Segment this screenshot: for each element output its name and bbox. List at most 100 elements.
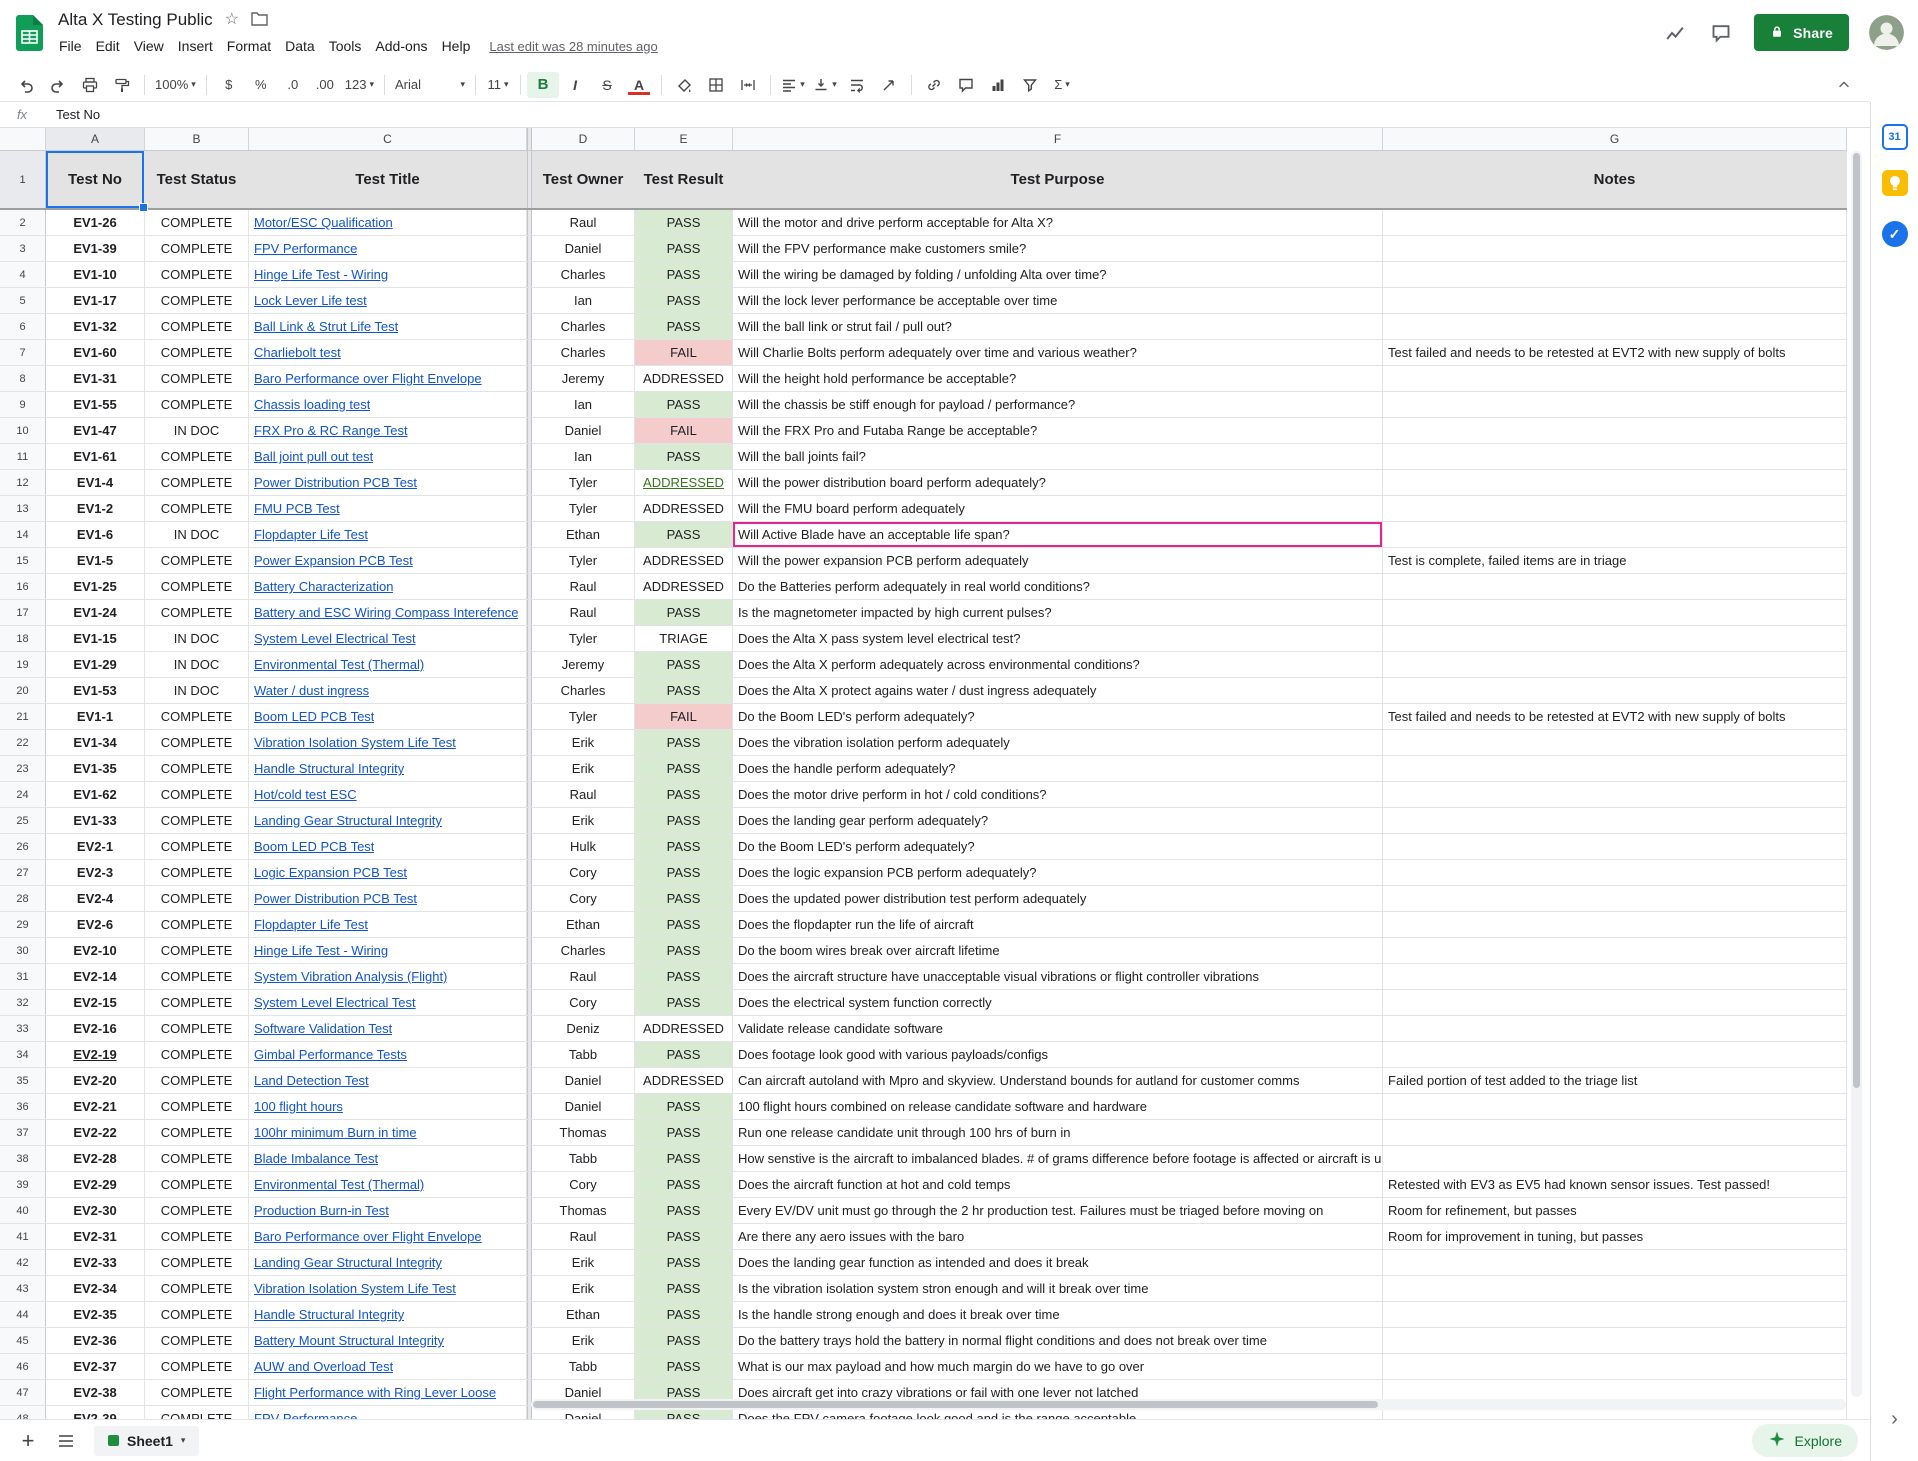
- cell-E25-test-result[interactable]: PASS: [635, 808, 733, 833]
- cell-E42-test-result[interactable]: PASS: [635, 1250, 733, 1275]
- test-title-link[interactable]: Water / dust ingress: [254, 683, 369, 698]
- row-header-23[interactable]: 23: [0, 756, 46, 781]
- cell-E29-test-result[interactable]: PASS: [635, 912, 733, 937]
- vertical-align-button[interactable]: ▾: [809, 72, 841, 98]
- cell-D39-test-owner[interactable]: Cory: [532, 1172, 635, 1197]
- cell-D1-test-owner-header[interactable]: Test Owner: [532, 151, 635, 208]
- cell-G44-notes[interactable]: [1383, 1302, 1847, 1327]
- cell-C14-test-title[interactable]: Flopdapter Life Test: [249, 522, 527, 547]
- cell-A23-test-no[interactable]: EV1-35: [46, 756, 145, 781]
- cell-B38-test-status[interactable]: COMPLETE: [145, 1146, 249, 1171]
- cell-A1-test-no-header[interactable]: Test No: [46, 151, 145, 208]
- cell-A46-test-no[interactable]: EV2-37: [46, 1354, 145, 1379]
- cell-E5-test-result[interactable]: PASS: [635, 288, 733, 313]
- cell-A4-test-no[interactable]: EV1-10: [46, 262, 145, 287]
- cell-A43-test-no[interactable]: EV2-34: [46, 1276, 145, 1301]
- cell-F46-test-purpose[interactable]: What is our max payload and how much mar…: [733, 1354, 1383, 1379]
- cell-B27-test-status[interactable]: COMPLETE: [145, 860, 249, 885]
- cell-F30-test-purpose[interactable]: Do the boom wires break over aircraft li…: [733, 938, 1383, 963]
- cell-A47-test-no[interactable]: EV2-38: [46, 1380, 145, 1405]
- activity-chart-icon[interactable]: [1662, 20, 1688, 46]
- cell-A32-test-no[interactable]: EV2-15: [46, 990, 145, 1015]
- cell-B36-test-status[interactable]: COMPLETE: [145, 1094, 249, 1119]
- row-header-19[interactable]: 19: [0, 652, 46, 677]
- row-header-39[interactable]: 39: [0, 1172, 46, 1197]
- cell-A13-test-no[interactable]: EV1-2: [46, 496, 145, 521]
- cell-C36-test-title[interactable]: 100 flight hours: [249, 1094, 527, 1119]
- cell-F35-test-purpose[interactable]: Can aircraft autoland with Mpro and skyv…: [733, 1068, 1383, 1093]
- cell-F24-test-purpose[interactable]: Does the motor drive perform in hot / co…: [733, 782, 1383, 807]
- cell-G33-notes[interactable]: [1383, 1016, 1847, 1041]
- test-title-link[interactable]: Flopdapter Life Test: [254, 917, 368, 932]
- cell-A34-test-no[interactable]: EV2-19: [46, 1042, 145, 1067]
- cell-B7-test-status[interactable]: COMPLETE: [145, 340, 249, 365]
- cell-C9-test-title[interactable]: Chassis loading test: [249, 392, 527, 417]
- cell-G42-notes[interactable]: [1383, 1250, 1847, 1275]
- cell-A25-test-no[interactable]: EV1-33: [46, 808, 145, 833]
- test-title-link[interactable]: Vibration Isolation System Life Test: [254, 1281, 456, 1296]
- format-percent-button[interactable]: %: [245, 72, 277, 98]
- cell-A41-test-no[interactable]: EV2-31: [46, 1224, 145, 1249]
- insert-chart-button[interactable]: [982, 72, 1014, 98]
- font-size-select[interactable]: 11▾: [482, 72, 514, 98]
- cell-C15-test-title[interactable]: Power Expansion PCB Test: [249, 548, 527, 573]
- cell-F6-test-purpose[interactable]: Will the ball link or strut fail / pull …: [733, 314, 1383, 339]
- cell-D28-test-owner[interactable]: Cory: [532, 886, 635, 911]
- row-header-3[interactable]: 3: [0, 236, 46, 261]
- cell-G36-notes[interactable]: [1383, 1094, 1847, 1119]
- cell-C29-test-title[interactable]: Flopdapter Life Test: [249, 912, 527, 937]
- row-header-29[interactable]: 29: [0, 912, 46, 937]
- row-header-26[interactable]: 26: [0, 834, 46, 859]
- cell-C42-test-title[interactable]: Landing Gear Structural Integrity: [249, 1250, 527, 1275]
- cell-E45-test-result[interactable]: PASS: [635, 1328, 733, 1353]
- row-header-32[interactable]: 32: [0, 990, 46, 1015]
- insert-comment-button[interactable]: [950, 72, 982, 98]
- cell-B37-test-status[interactable]: COMPLETE: [145, 1120, 249, 1145]
- cell-C22-test-title[interactable]: Vibration Isolation System Life Test: [249, 730, 527, 755]
- menu-insert[interactable]: Insert: [171, 34, 220, 58]
- cell-B17-test-status[interactable]: COMPLETE: [145, 600, 249, 625]
- cell-F2-test-purpose[interactable]: Will the motor and drive perform accepta…: [733, 210, 1383, 235]
- cell-E41-test-result[interactable]: PASS: [635, 1224, 733, 1249]
- cell-G19-notes[interactable]: [1383, 652, 1847, 677]
- test-title-link[interactable]: Software Validation Test: [254, 1021, 392, 1036]
- cell-G28-notes[interactable]: [1383, 886, 1847, 911]
- cell-C13-test-title[interactable]: FMU PCB Test: [249, 496, 527, 521]
- cell-G10-notes[interactable]: [1383, 418, 1847, 443]
- cell-A21-test-no[interactable]: EV1-1: [46, 704, 145, 729]
- test-title-link[interactable]: System Level Electrical Test: [254, 631, 416, 646]
- italic-button[interactable]: I: [559, 72, 591, 98]
- cell-D29-test-owner[interactable]: Ethan: [532, 912, 635, 937]
- cell-E15-test-result[interactable]: ADDRESSED: [635, 548, 733, 573]
- test-title-link[interactable]: Hot/cold test ESC: [254, 787, 357, 802]
- cell-B3-test-status[interactable]: COMPLETE: [145, 236, 249, 261]
- test-title-link[interactable]: Gimbal Performance Tests: [254, 1047, 407, 1062]
- cell-G20-notes[interactable]: [1383, 678, 1847, 703]
- cell-F8-test-purpose[interactable]: Will the height hold performance be acce…: [733, 366, 1383, 391]
- cell-B12-test-status[interactable]: COMPLETE: [145, 470, 249, 495]
- test-title-link[interactable]: Power Expansion PCB Test: [254, 553, 413, 568]
- cell-B16-test-status[interactable]: COMPLETE: [145, 574, 249, 599]
- font-select[interactable]: Arial▾: [391, 72, 469, 98]
- cell-D21-test-owner[interactable]: Tyler: [532, 704, 635, 729]
- cell-C39-test-title[interactable]: Environmental Test (Thermal): [249, 1172, 527, 1197]
- cell-G37-notes[interactable]: [1383, 1120, 1847, 1145]
- cell-F20-test-purpose[interactable]: Does the Alta X protect agains water / d…: [733, 678, 1383, 703]
- increase-decimals-button[interactable]: .00: [309, 72, 341, 98]
- cell-B35-test-status[interactable]: COMPLETE: [145, 1068, 249, 1093]
- column-header-a[interactable]: A: [46, 128, 145, 150]
- cell-B31-test-status[interactable]: COMPLETE: [145, 964, 249, 989]
- cell-C27-test-title[interactable]: Logic Expansion PCB Test: [249, 860, 527, 885]
- cell-C35-test-title[interactable]: Land Detection Test: [249, 1068, 527, 1093]
- cell-D34-test-owner[interactable]: Tabb: [532, 1042, 635, 1067]
- test-title-link[interactable]: Handle Structural Integrity: [254, 1307, 404, 1322]
- test-title-link[interactable]: Lock Lever Life test: [254, 293, 367, 308]
- cell-B20-test-status[interactable]: IN DOC: [145, 678, 249, 703]
- cell-F17-test-purpose[interactable]: Is the magnetometer impacted by high cur…: [733, 600, 1383, 625]
- cell-E31-test-result[interactable]: PASS: [635, 964, 733, 989]
- row-header-15[interactable]: 15: [0, 548, 46, 573]
- cell-A15-test-no[interactable]: EV1-5: [46, 548, 145, 573]
- cell-G18-notes[interactable]: [1383, 626, 1847, 651]
- test-title-link[interactable]: Battery Mount Structural Integrity: [254, 1333, 444, 1348]
- share-button[interactable]: Share: [1754, 14, 1849, 51]
